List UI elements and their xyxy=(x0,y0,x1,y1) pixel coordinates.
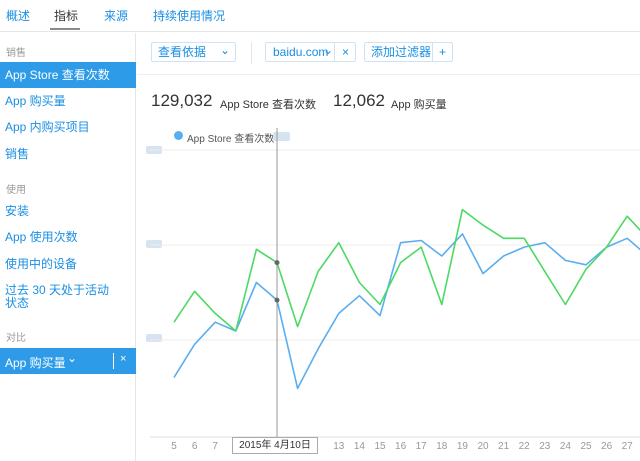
chevron-down-icon[interactable]: ⌄ xyxy=(67,351,77,365)
sidebar-group-compare: 对比 xyxy=(6,333,26,344)
divider xyxy=(137,74,640,75)
sidebar-item-sessions[interactable]: App 使用次数 xyxy=(0,229,136,245)
filter-value: baidu.com xyxy=(273,45,329,59)
view-by-label: 查看依据 xyxy=(158,45,207,59)
redacted-value xyxy=(273,132,290,141)
x-tick-label: 21 xyxy=(498,441,510,452)
metric-label-units: App 购买量 xyxy=(391,99,447,111)
compare-metric-label: App 购买量 xyxy=(5,356,66,370)
sidebar-item-sales[interactable]: 销售 xyxy=(0,146,136,162)
metric-value-views: 129,032 xyxy=(151,91,213,110)
x-tick-label: 23 xyxy=(539,441,551,452)
hover-point xyxy=(274,297,280,303)
redacted-y-label xyxy=(146,240,162,248)
x-tick-label: 15 xyxy=(374,441,386,452)
x-tick-label: 20 xyxy=(477,441,489,452)
x-tick-label: 17 xyxy=(415,441,427,452)
x-tick-label: 24 xyxy=(559,441,571,452)
legend-label: App Store 查看次数 xyxy=(187,134,275,145)
filter-chip[interactable]: baidu.com ⌄ × xyxy=(265,42,356,62)
hover-point xyxy=(274,260,280,266)
tab-overview[interactable]: 概述 xyxy=(6,7,30,24)
x-tick-label: 22 xyxy=(518,441,530,452)
x-tick-label: 18 xyxy=(436,441,448,452)
divider xyxy=(432,43,433,61)
x-tick-label: 26 xyxy=(601,441,613,452)
x-tick-label: 19 xyxy=(456,441,468,452)
sidebar-item-active-last-30-days-cont[interactable]: 状态 xyxy=(0,295,136,311)
metric-value-units: 12,062 xyxy=(333,91,385,110)
sidebar-group-sales: 销售 xyxy=(6,48,26,59)
x-tick-label: 25 xyxy=(580,441,592,452)
add-filter-label: 添加过滤器 xyxy=(371,45,432,59)
sidebar-item-in-app-purchases[interactable]: App 内购买项目 xyxy=(0,119,136,135)
close-icon[interactable]: × xyxy=(120,353,126,365)
sidebar-group-usage: 使用 xyxy=(6,185,26,196)
active-tab-indicator xyxy=(50,28,80,30)
sidebar-item-app-units[interactable]: App 购买量 xyxy=(0,93,136,109)
divider xyxy=(334,43,335,61)
divider xyxy=(251,42,252,64)
top-nav: 概述 指标 来源 持续使用情况 xyxy=(0,0,640,32)
tab-sources[interactable]: 来源 xyxy=(104,7,128,24)
metric-label-views: App Store 查看次数 xyxy=(220,99,316,111)
redacted-y-label xyxy=(146,334,162,342)
x-tick-label: 16 xyxy=(395,441,407,452)
legend-marker xyxy=(174,131,183,140)
x-tick-label: 14 xyxy=(353,441,365,452)
sidebar-item-installs[interactable]: 安装 xyxy=(0,203,136,219)
compare-metric-item[interactable]: App 购买量 ⌄ × xyxy=(0,348,136,374)
chevron-down-icon[interactable]: ⌄ xyxy=(323,41,333,59)
sidebar-item-app-store-views[interactable]: App Store 查看次数 xyxy=(0,62,136,88)
series-line-0 xyxy=(173,233,640,390)
plus-icon: + xyxy=(439,45,447,59)
x-tick-label: 13 xyxy=(333,441,345,452)
tab-metrics[interactable]: 指标 xyxy=(54,7,78,24)
add-filter-button[interactable]: 添加过滤器 + xyxy=(364,42,453,62)
series-line-1 xyxy=(173,208,640,332)
redacted-y-label xyxy=(146,146,162,154)
tab-retention[interactable]: 持续使用情况 xyxy=(153,7,225,24)
x-tick-label: 27 xyxy=(621,441,633,452)
sidebar-item-active-devices[interactable]: 使用中的设备 xyxy=(0,256,136,272)
divider xyxy=(113,353,114,369)
view-by-dropdown[interactable]: 查看依据 ⌄ xyxy=(151,42,236,62)
sidebar: 销售 App Store 查看次数 App 购买量 App 内购买项目 销售 使… xyxy=(0,33,136,461)
selected-date-label: 2015年 4月10日 xyxy=(232,437,318,454)
x-tick-label: 7 xyxy=(212,441,218,452)
x-tick-label: 5 xyxy=(171,441,177,452)
close-icon[interactable]: × xyxy=(342,43,349,61)
x-tick-label: 6 xyxy=(191,441,198,452)
chevron-down-icon: ⌄ xyxy=(220,43,231,57)
